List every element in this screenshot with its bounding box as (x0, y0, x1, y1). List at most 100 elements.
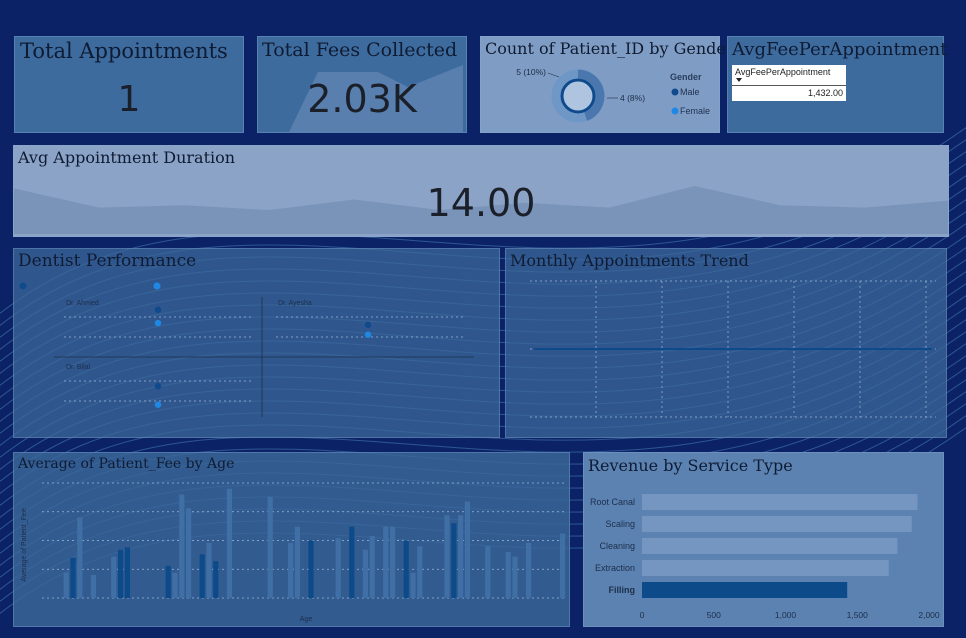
dentist-point (154, 306, 162, 313)
legend-marker-male (671, 88, 679, 96)
gender-donut-card[interactable]: Count of Patient_ID by Gender 5 (10%) 4 (… (480, 36, 734, 133)
avg-fee-table-header[interactable]: AvgFeePerAppointment (735, 67, 830, 77)
revenue-xtick-label: 500 (707, 610, 721, 620)
age-bar (199, 554, 205, 598)
avg-duration-value: 14.00 (426, 181, 536, 225)
donut-leader-female (547, 72, 560, 78)
table-divider (732, 85, 846, 86)
total-appointments-title: Total Appointments (20, 39, 228, 63)
donut-label-female: 5 (10%) (516, 67, 546, 77)
legend-label-male: Male (680, 87, 700, 97)
age-bar (77, 517, 83, 598)
fee-by-age-card[interactable]: Average of Patient_Fee by Age Average of… (13, 452, 570, 627)
revenue-xtick-label: 1,500 (847, 610, 869, 620)
age-bar (90, 575, 96, 598)
age-bar (560, 533, 566, 598)
total-fees-value: 2.03K (307, 77, 417, 121)
age-xlabel: Age (300, 616, 313, 623)
age-bar (410, 572, 416, 598)
age-bar (294, 526, 300, 598)
dentist-point (364, 331, 372, 338)
revenue-bar-filling (642, 582, 848, 598)
age-bar (417, 546, 423, 598)
donut-label-male: 4 (8%) (620, 93, 645, 103)
gender-donut-title: Count of Patient_ID by Gender (485, 39, 734, 58)
dentist-legend-marker-2 (153, 282, 161, 290)
age-bar (308, 540, 314, 598)
age-bar (226, 488, 232, 598)
revenue-service-card[interactable]: Revenue by Service Type Root Canal Scalin… (583, 452, 944, 627)
avg-fee-table[interactable]: AvgFeePerAppointment 1,432.00 (732, 65, 846, 101)
age-bar (505, 552, 511, 598)
dentist-panel-label: Dr. Bilal (66, 364, 91, 371)
age-bar (213, 561, 219, 598)
sort-desc-icon[interactable] (736, 78, 742, 82)
age-bar (172, 572, 178, 598)
legend-marker-female (671, 107, 679, 115)
age-bar (444, 515, 450, 598)
revenue-xtick-label: 1,000 (775, 610, 797, 620)
dentist-point (154, 319, 162, 327)
donut-legend-title: Gender (670, 72, 702, 82)
dentist-panel-label: Dr. Ahmed (66, 300, 99, 307)
avg-fee-title: AvgFeePerAppointment (732, 39, 948, 60)
gender-donut-chart: 5 (10%) 4 (8%) Gender Male Female (516, 67, 710, 123)
revenue-service-chart: Root Canal Scaling Cleaning Extraction Filli… (590, 494, 940, 620)
avg-fee-card[interactable]: AvgFeePerAppointment AvgFeePerAppointmen… (727, 36, 948, 133)
legend-label-female: Female (680, 106, 710, 116)
dentist-legend-marker-1 (19, 282, 27, 290)
dentist-point (364, 321, 372, 329)
total-appointments-card[interactable]: Total Appointments 1 (14, 36, 244, 133)
dentist-point (154, 383, 162, 390)
age-bar (179, 494, 185, 598)
age-bar (383, 526, 389, 598)
age-bar (335, 538, 341, 598)
avg-fee-table-value: 1,432.00 (807, 88, 843, 98)
age-bar (362, 549, 368, 598)
age-bar (186, 508, 192, 598)
age-bar (485, 546, 491, 598)
dentist-panel-label: Dr. Ayesha (278, 300, 312, 307)
age-bar (369, 535, 375, 598)
age-bar (124, 547, 130, 598)
age-ylabel: Average of Patient_Fee (21, 508, 28, 582)
revenue-category-label: Scaling (605, 519, 635, 529)
age-bar (526, 542, 532, 598)
age-bar (70, 557, 76, 598)
avg-duration-card[interactable]: Avg Appointment Duration 14.00 (13, 145, 949, 237)
dentist-performance-card[interactable]: Dentist Performance Dr. Ahmed Dr. Ayesha D… (13, 248, 500, 438)
revenue-bar-extraction (642, 560, 889, 576)
monthly-trend-title: Monthly Appointments Trend (510, 251, 749, 270)
age-bar (390, 526, 396, 598)
revenue-bar-cleaning (642, 538, 898, 554)
revenue-service-title: Revenue by Service Type (588, 456, 793, 475)
age-bar (165, 565, 171, 598)
revenue-bar-root-canal (642, 494, 918, 510)
revenue-category-label: Filling (609, 585, 636, 595)
total-appointments-value: 1 (117, 79, 141, 120)
dentist-point (154, 401, 162, 408)
fee-by-age-title: Average of Patient_Fee by Age (18, 456, 235, 472)
avg-duration-title: Avg Appointment Duration (18, 148, 236, 167)
monthly-trend-card[interactable]: Monthly Appointments Trend (505, 248, 947, 438)
dentist-performance-chart: Dr. Ahmed Dr. Ayesha Dr. Bilal (19, 282, 474, 417)
age-bar (63, 572, 69, 598)
revenue-bar-scaling (642, 516, 912, 532)
fee-by-age-chart: Average of Patient_Fee Age (21, 482, 566, 623)
dentist-performance-title: Dentist Performance (18, 251, 197, 271)
total-fees-card[interactable]: Total Fees Collected 2.03K (257, 36, 467, 133)
age-bar (403, 540, 409, 598)
age-bar (111, 556, 117, 598)
revenue-xtick-label: 0 (640, 610, 645, 620)
age-bar (288, 542, 294, 598)
revenue-category-label: Cleaning (599, 541, 635, 551)
revenue-category-label: Extraction (595, 563, 635, 573)
age-bar (267, 496, 273, 598)
monthly-trend-chart (530, 280, 936, 418)
revenue-category-label: Root Canal (590, 497, 635, 507)
total-fees-title: Total Fees Collected (262, 39, 458, 61)
age-bar (118, 549, 124, 598)
age-bar (206, 542, 212, 598)
age-bar (451, 523, 457, 598)
revenue-xtick-label: 2,000 (918, 610, 940, 620)
